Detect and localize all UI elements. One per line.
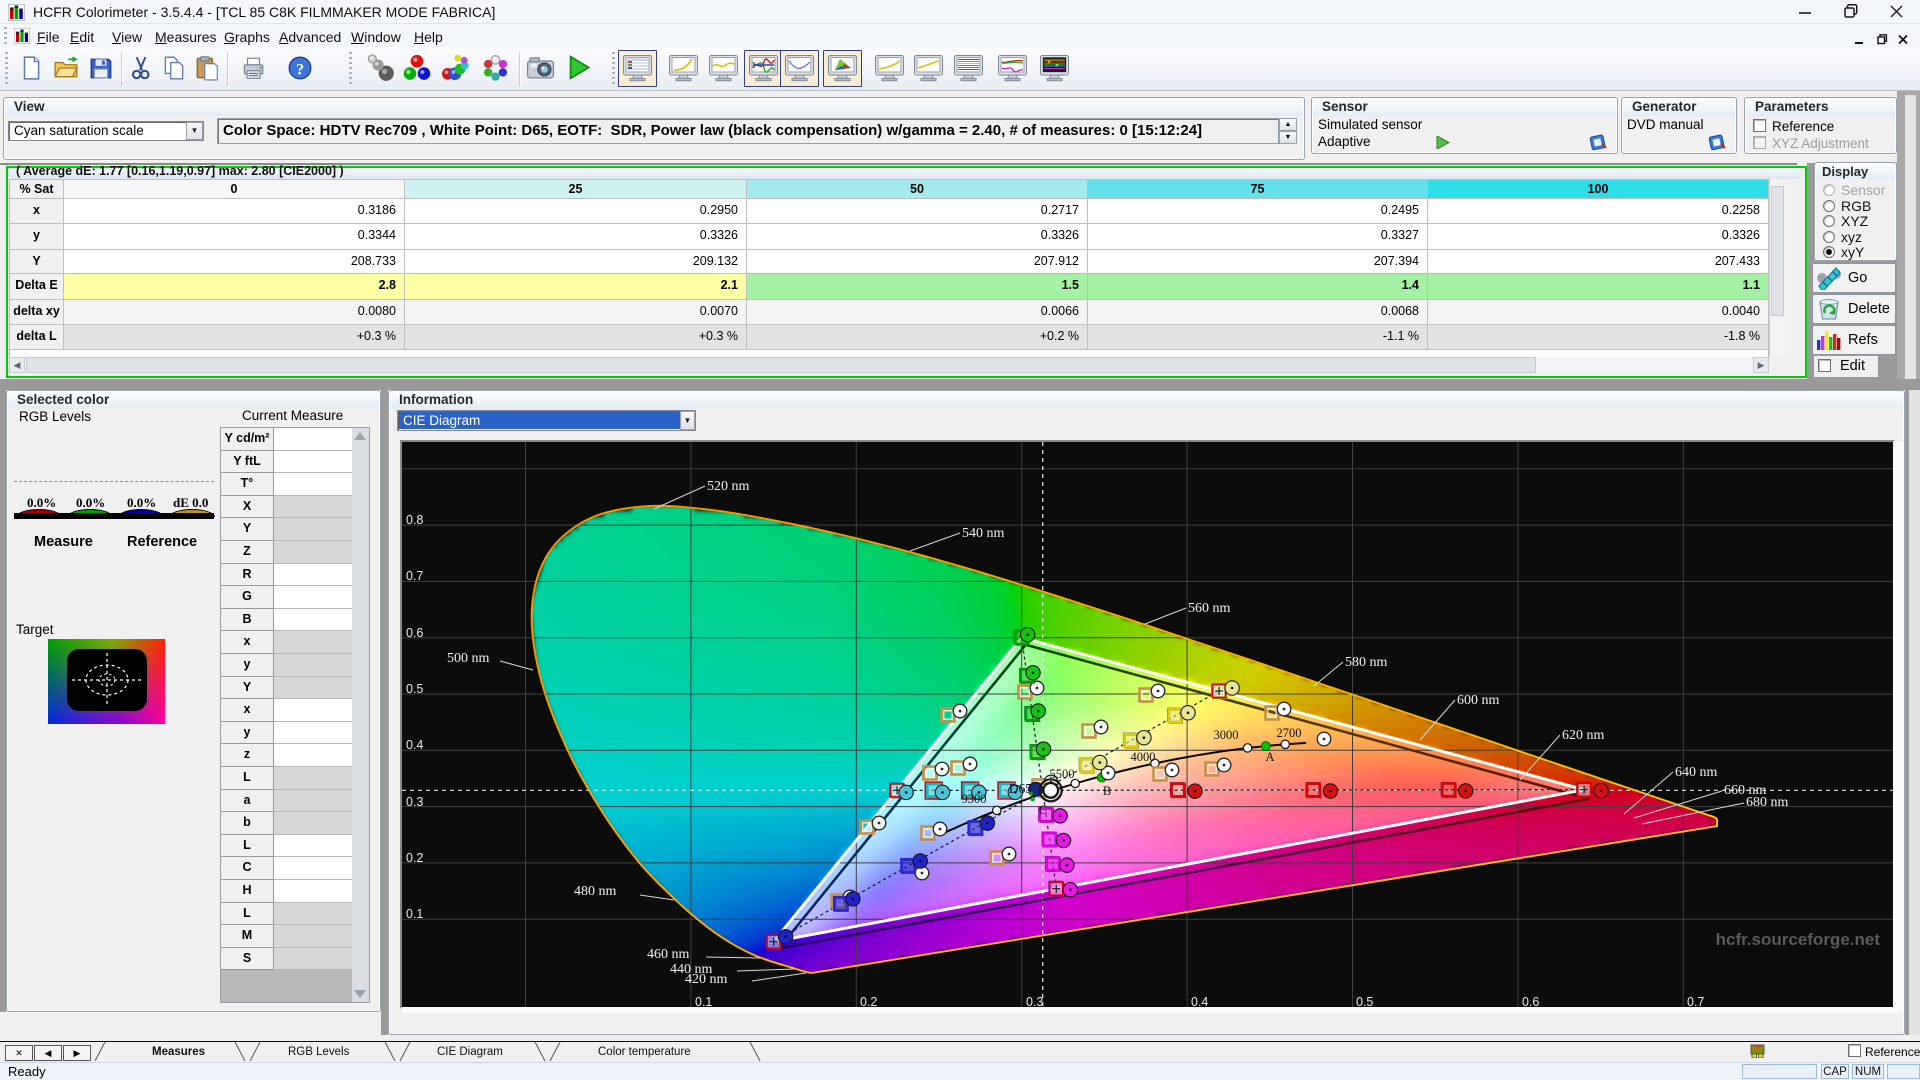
svg-text:C: C — [1039, 803, 1047, 817]
svg-text:0.1: 0.1 — [695, 995, 712, 1007]
svg-text:560 nm: 560 nm — [1188, 601, 1231, 616]
svg-text:500 nm: 500 nm — [447, 651, 490, 666]
svg-text:0.2: 0.2 — [860, 995, 877, 1007]
svg-text:680 nm: 680 nm — [1746, 795, 1789, 810]
svg-text:?: ? — [296, 61, 304, 79]
svg-text:4000: 4000 — [1131, 750, 1156, 764]
svg-text:3000: 3000 — [1214, 728, 1239, 742]
svg-text:9300: 9300 — [962, 792, 987, 806]
svg-text:0.7: 0.7 — [1687, 995, 1704, 1007]
svg-text:580 nm: 580 nm — [1345, 655, 1388, 670]
svg-text:520 nm: 520 nm — [707, 479, 750, 494]
svg-text:0.6: 0.6 — [406, 626, 423, 640]
svg-text:0.7: 0.7 — [406, 569, 423, 583]
svg-text:0.2: 0.2 — [406, 851, 423, 865]
svg-text:5500: 5500 — [1050, 767, 1075, 781]
svg-text:0.4: 0.4 — [1191, 995, 1208, 1007]
svg-text:0.6: 0.6 — [1522, 995, 1539, 1007]
svg-text:0.5: 0.5 — [1356, 995, 1373, 1007]
svg-text:620 nm: 620 nm — [1562, 728, 1605, 743]
svg-text:B: B — [1103, 784, 1111, 798]
svg-text:600 nm: 600 nm — [1457, 693, 1500, 708]
svg-text:0.3: 0.3 — [406, 795, 423, 809]
svg-text:460 nm: 460 nm — [647, 947, 690, 962]
svg-text:A: A — [1265, 750, 1274, 764]
svg-text:0.8: 0.8 — [406, 513, 423, 527]
svg-text:hcfr.sourceforge.net: hcfr.sourceforge.net — [1716, 930, 1881, 949]
svg-text:540 nm: 540 nm — [962, 526, 1005, 541]
svg-text:480 nm: 480 nm — [574, 884, 617, 899]
svg-text:0.3: 0.3 — [1026, 995, 1043, 1007]
svg-text:640 nm: 640 nm — [1675, 765, 1718, 780]
svg-text:D65: D65 — [1009, 781, 1032, 796]
svg-text:2700: 2700 — [1277, 726, 1302, 740]
svg-text:0.4: 0.4 — [406, 738, 423, 752]
svg-text:420 nm: 420 nm — [685, 972, 728, 987]
svg-text:0.1: 0.1 — [406, 907, 423, 921]
svg-text:0.5: 0.5 — [406, 682, 423, 696]
